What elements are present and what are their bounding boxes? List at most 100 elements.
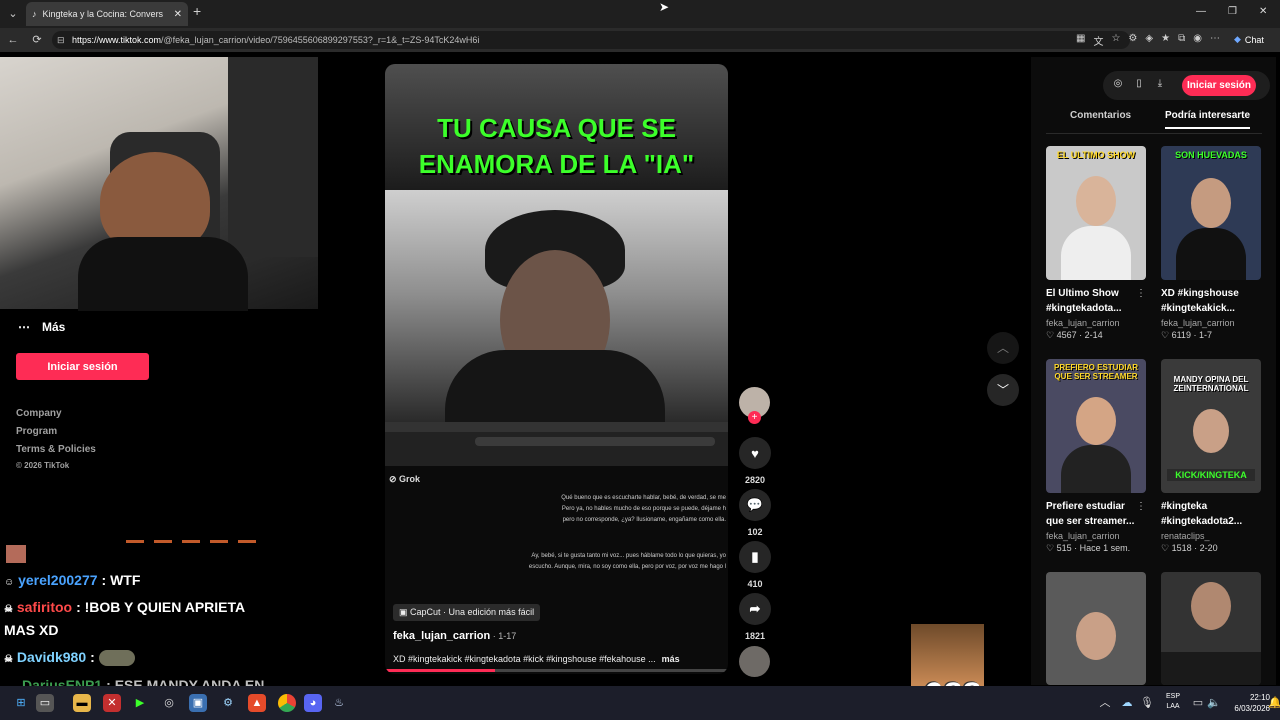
app-x-icon[interactable]: ✕ xyxy=(103,694,121,712)
tab-recommended[interactable]: Podría interesarte xyxy=(1165,110,1251,129)
close-tab-icon[interactable]: ✕ xyxy=(174,9,182,20)
like-action[interactable]: ♥ 2820 xyxy=(738,437,772,485)
save-action[interactable]: ▮ 410 xyxy=(738,541,772,589)
headline-line-1: TU CAUSA QUE SE xyxy=(437,113,676,143)
chat-button[interactable]: ◆ Chat xyxy=(1234,34,1264,45)
chat-bubble: Ay, bebé, si te gusta tanto mi voz... pu… xyxy=(531,553,726,559)
close-window-icon[interactable]: ✕ xyxy=(1259,6,1267,17)
follow-plus-icon[interactable]: + xyxy=(748,411,761,424)
sound-avatar[interactable] xyxy=(739,646,770,677)
video-thumbnail[interactable]: SON HUEVADAS xyxy=(1161,146,1261,280)
steam-icon[interactable]: ♨ xyxy=(330,694,348,712)
minimize-icon[interactable]: — xyxy=(1196,6,1206,17)
footer-link-program[interactable]: Program xyxy=(16,426,57,437)
footer-link-terms[interactable]: Terms & Policies xyxy=(16,444,96,455)
comment-action[interactable]: 💬 102 xyxy=(738,489,772,537)
play-icon[interactable]: ▶ xyxy=(131,694,149,712)
more-icon[interactable]: ⋯ xyxy=(1210,33,1220,48)
video-player[interactable]: TU CAUSA QUE SE ENAMORA DE LA "IA" ⊘ Gro… xyxy=(385,64,728,674)
notification-bell-icon[interactable]: 🔔 xyxy=(1266,694,1280,712)
capcut-text: CapCut · Una edición más fácil xyxy=(410,607,535,617)
taskview-icon[interactable]: ▭ xyxy=(36,694,54,712)
video-card[interactable]: EL ULTIMO SHOW El Ultimo Show #kingtekado… xyxy=(1046,146,1146,341)
translate-icon[interactable]: 文 xyxy=(1093,33,1103,48)
wall-poster xyxy=(228,57,318,257)
video-thumbnail[interactable]: EL ULTIMO SHOW xyxy=(1046,146,1146,280)
browser-tab[interactable]: ♪ Kingteka y la Cocina: Convers ✕ xyxy=(26,2,188,26)
video-card-author[interactable]: feka_lujan_carrion xyxy=(1161,318,1261,328)
card-date: 2-20 xyxy=(1199,543,1218,553)
cloud-icon[interactable]: ☁ xyxy=(1118,694,1136,712)
video-card-title: Prefiere estudiar que ser streamer... xyxy=(1046,499,1136,529)
card-title-line: El Ultimo Show xyxy=(1046,288,1119,299)
video-card[interactable]: SON HUEVADAS XD #kingshouse #kingtekakick… xyxy=(1161,146,1261,341)
app-gear-icon[interactable]: ⚙ xyxy=(219,694,237,712)
chrome-icon[interactable] xyxy=(278,694,296,712)
footer-link-company[interactable]: Company xyxy=(16,408,62,419)
more-menu[interactable]: ⋯ Más xyxy=(18,320,65,334)
file-explorer-icon[interactable]: ▬ xyxy=(73,694,91,712)
share-arrow-icon[interactable]: ➦ xyxy=(739,593,771,625)
heart-icon[interactable]: ♥ xyxy=(739,437,771,469)
video-thumbnail[interactable]: PREFIERO ESTUDIAR QUE SER STREAMER xyxy=(1046,359,1146,493)
video-card-author[interactable]: feka_lujan_carrion xyxy=(1046,531,1146,541)
video-caption: XD #kingtekakick #kingtekadota #kick #ki… xyxy=(393,654,723,664)
card-more-icon[interactable]: ⋮ xyxy=(1136,501,1146,512)
download-icon[interactable]: ⤓ xyxy=(1153,78,1167,89)
app-icon[interactable]: ▦ xyxy=(1076,33,1085,48)
url-field[interactable]: ⊟ https://www.tiktok.com/@feka_lujan_car… xyxy=(52,31,1130,49)
microphone-icon[interactable]: 🎙 xyxy=(1138,694,1156,712)
video-date: · 1-17 xyxy=(490,631,517,641)
card-likes: 4567 xyxy=(1056,330,1077,340)
video-thumbnail[interactable]: MANDY OPINA DEL ZEINTERNATIONAL KICK/KIN… xyxy=(1161,359,1261,493)
author-name[interactable]: feka_lujan_carrion xyxy=(393,630,490,642)
bookmark-icon[interactable]: ▮ xyxy=(739,541,771,573)
volume-icon[interactable]: 🔈 xyxy=(1205,694,1223,712)
new-tab-button[interactable]: + xyxy=(193,3,201,19)
share-action[interactable]: ➦ 1821 xyxy=(738,593,772,641)
video-card-author[interactable]: feka_lujan_carrion xyxy=(1046,318,1146,328)
video-card-author[interactable]: renataclips_ xyxy=(1161,531,1261,541)
card-more-icon[interactable]: ⋮ xyxy=(1136,288,1146,299)
video-author[interactable]: feka_lujan_carrion · 1-17 xyxy=(393,630,516,642)
app-square-icon[interactable]: ▣ xyxy=(189,694,207,712)
thumbnail-overlay: SON HUEVADAS xyxy=(1175,150,1247,160)
comment-icon[interactable]: 💬 xyxy=(739,489,771,521)
video-headline: TU CAUSA QUE SE ENAMORA DE LA "IA" xyxy=(385,110,728,182)
discord-icon[interactable]: ◕ xyxy=(304,694,322,712)
copilot-chat-icon: ◆ xyxy=(1234,34,1241,44)
windows-start-icon[interactable]: ⊞ xyxy=(12,694,30,712)
login-button-header[interactable]: Iniciar sesión xyxy=(1182,75,1256,96)
tab-comments[interactable]: Comentarios xyxy=(1070,110,1131,121)
video-thumbnail[interactable] xyxy=(1046,572,1146,685)
video-thumbnail[interactable] xyxy=(1161,572,1261,685)
lang-layout: LAA xyxy=(1166,703,1180,710)
maximize-icon[interactable]: ❐ xyxy=(1228,6,1237,17)
back-icon[interactable]: ← xyxy=(4,28,22,52)
favorite-star-icon[interactable]: ☆ xyxy=(1111,33,1120,48)
phone-icon[interactable]: ▯ xyxy=(1132,78,1146,89)
input-language[interactable]: ESP LAA xyxy=(1162,692,1184,712)
brave-icon[interactable]: ▲ xyxy=(248,694,266,712)
next-video-chevron-down-icon[interactable]: ﹀ xyxy=(987,374,1019,406)
favorites-icon[interactable]: ★ xyxy=(1161,33,1170,48)
profile-icon[interactable]: ◉ xyxy=(1193,33,1202,48)
video-progress-bar[interactable] xyxy=(385,669,728,672)
login-button-sidebar[interactable]: Iniciar sesión xyxy=(16,353,149,380)
copilot-icon[interactable]: ◈ xyxy=(1145,33,1153,48)
system-clock[interactable]: 22:10 6/03/2026 xyxy=(1224,692,1270,714)
caption-more-link[interactable]: más xyxy=(662,654,680,664)
video-card-stats: ♡ 4567 · 2-14 xyxy=(1046,330,1103,340)
app-ring-icon[interactable]: ◎ xyxy=(160,694,178,712)
previous-video-chevron-up-icon[interactable]: ︿ xyxy=(987,332,1019,364)
tray-chevron-up-icon[interactable]: ︿ xyxy=(1096,694,1114,712)
capcut-badge[interactable]: ▣ CapCut · Una edición más fácil xyxy=(393,604,541,621)
collections-icon[interactable]: ⧉ xyxy=(1178,33,1185,48)
video-card[interactable]: PREFIERO ESTUDIAR QUE SER STREAMER Prefi… xyxy=(1046,359,1146,554)
extensions-icon[interactable]: ⚙ xyxy=(1128,33,1137,48)
compass-icon[interactable]: ◎ xyxy=(1111,78,1125,89)
site-info-icon[interactable]: ⊟ xyxy=(57,35,65,46)
video-card[interactable]: MANDY OPINA DEL ZEINTERNATIONAL KICK/KIN… xyxy=(1161,359,1261,554)
reload-icon[interactable]: ⟳ xyxy=(28,28,46,52)
tab-menu-icon[interactable]: ⌄ xyxy=(4,2,22,26)
